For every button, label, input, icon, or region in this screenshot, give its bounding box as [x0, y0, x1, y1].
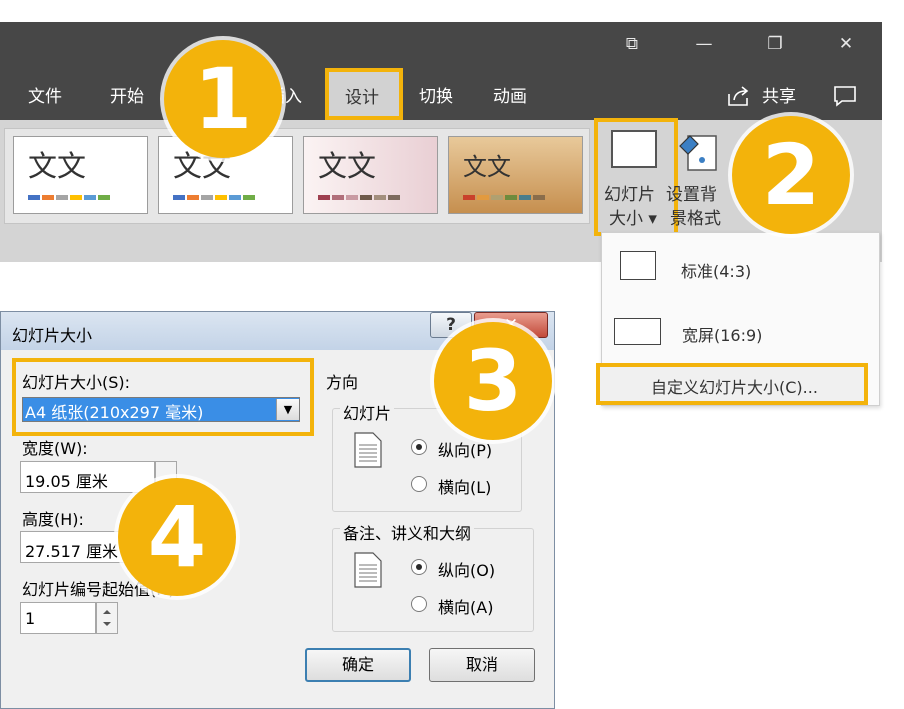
share-button[interactable]: 共享	[762, 82, 796, 107]
slides-portrait-radio[interactable]	[411, 439, 427, 455]
theme-sample-text: 文文	[463, 153, 511, 181]
restore-button[interactable]: ❐	[757, 34, 793, 54]
orientation-label: 方向	[326, 373, 359, 392]
slide-size-icon	[611, 130, 657, 168]
comments-icon[interactable]	[832, 84, 858, 108]
widescreen-ratio-icon	[614, 318, 661, 345]
minimize-button[interactable]: —	[686, 34, 722, 54]
callout-badge-4: 4	[118, 478, 236, 596]
height-label: 高度(H):	[22, 510, 84, 529]
notes-portrait-label: 纵向(O)	[438, 561, 496, 580]
format-background-label: 设置背	[666, 185, 717, 205]
theme-thumbnail[interactable]: 文文	[448, 136, 583, 214]
ok-button[interactable]: 确定	[305, 648, 411, 682]
tab-transitions[interactable]: 切换	[419, 82, 453, 107]
slide-size-select-value: A4 纸张(210x297 毫米)	[25, 403, 204, 422]
tab-file[interactable]: 文件	[28, 82, 62, 107]
notes-landscape-radio[interactable]	[411, 596, 427, 612]
format-background-label-2: 景格式	[670, 209, 721, 229]
menu-item-custom-size-label: 自定义幻灯片大小(C)...	[651, 378, 818, 397]
theme-color-bars	[173, 195, 255, 200]
callout-badge-3: 3	[434, 322, 552, 440]
close-window-button[interactable]: ✕	[828, 34, 864, 54]
theme-color-bars	[28, 195, 110, 200]
tab-design-label: 设计	[345, 88, 379, 108]
dialog-title: 幻灯片大小	[12, 326, 93, 345]
tab-home[interactable]: 开始	[110, 82, 144, 107]
document-portrait-icon	[354, 432, 382, 468]
stepper-arrows-icon	[103, 610, 111, 626]
tab-animations[interactable]: 动画	[493, 82, 527, 107]
theme-thumbnail[interactable]: 文文	[303, 136, 438, 214]
document-portrait-icon	[354, 552, 382, 588]
theme-sample-text: 文文	[318, 149, 377, 183]
theme-color-bars	[318, 195, 400, 200]
menu-item-widescreen[interactable]: 宽屏(16:9)	[682, 322, 762, 346]
share-icon[interactable]	[726, 84, 752, 108]
theme-thumbnail[interactable]: 文文	[13, 136, 148, 214]
notes-landscape-label: 横向(A)	[438, 598, 494, 617]
chevron-down-icon[interactable]: ▼	[276, 399, 299, 420]
standard-ratio-icon	[620, 251, 656, 280]
slides-group-label: 幻灯片	[340, 400, 395, 424]
start-number-stepper[interactable]	[96, 602, 118, 634]
slides-portrait-label: 纵向(P)	[438, 441, 493, 460]
theme-sample-text: 文文	[28, 149, 87, 183]
slides-landscape-radio[interactable]	[411, 476, 427, 492]
width-field[interactable]: 19.05 厘米	[20, 461, 155, 493]
theme-color-bars	[463, 195, 545, 200]
slide-size-field-label: 幻灯片大小(S):	[22, 373, 131, 392]
callout-badge-1: 1	[164, 40, 282, 158]
slides-landscape-label: 横向(L)	[438, 478, 492, 497]
menu-item-standard[interactable]: 标准(4:3)	[681, 258, 751, 282]
notes-portrait-radio[interactable]	[411, 559, 427, 575]
notes-group-label: 备注、讲义和大纲	[340, 520, 475, 544]
format-background-icon[interactable]	[676, 130, 720, 174]
slide-size-label: 幻灯片	[604, 185, 655, 205]
ribbon-display-options-button[interactable]: ⧉	[614, 34, 650, 54]
cancel-button[interactable]: 取消	[429, 648, 535, 682]
callout-badge-2: 2	[732, 116, 850, 234]
start-number-field[interactable]: 1	[20, 602, 96, 634]
slide-size-label-dropdown: 大小 ▾	[609, 209, 657, 229]
width-label: 宽度(W):	[22, 439, 88, 458]
